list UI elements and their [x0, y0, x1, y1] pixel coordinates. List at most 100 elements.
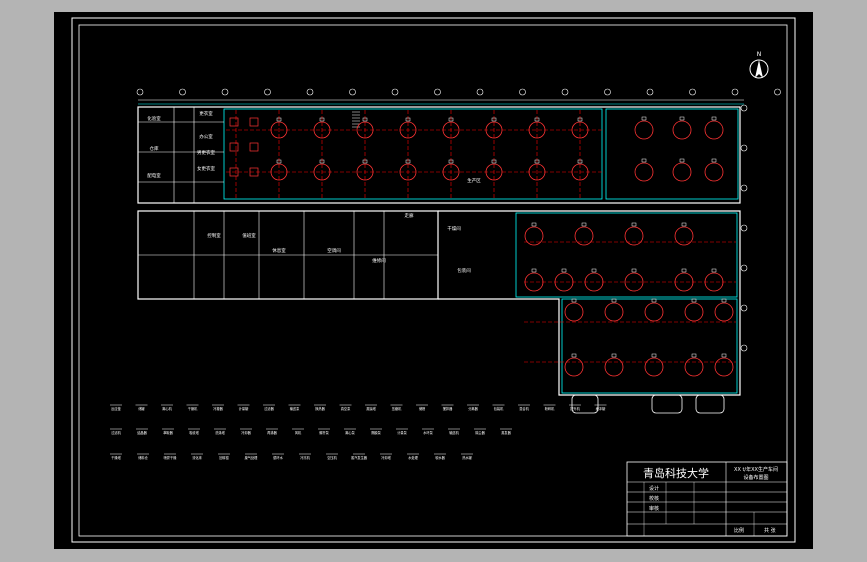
axis-bubble — [391, 88, 399, 96]
wall-lower-east — [561, 298, 738, 394]
tank-symbol — [604, 357, 624, 377]
tank-symbol — [564, 302, 584, 322]
nozzle-symbol — [611, 298, 617, 303]
legend-item: 蒸发器 — [501, 430, 511, 435]
legend-item: 螺杆泵 — [319, 430, 329, 435]
device-symbol — [249, 142, 259, 152]
legend-item: 吸收塔 — [189, 430, 199, 435]
tank-symbol — [684, 302, 704, 322]
nozzle-symbol — [651, 353, 657, 358]
legend-item: 换热器 — [315, 406, 325, 411]
axis-bubble — [349, 88, 356, 96]
legend-item: 软水器 — [435, 455, 445, 460]
tank-symbol — [644, 357, 664, 377]
axis-bubble — [740, 184, 748, 192]
legend-item: 计量泵 — [397, 430, 407, 435]
nozzle-symbol — [691, 353, 697, 358]
nozzle-symbol — [721, 298, 727, 303]
nozzle-symbol — [571, 353, 577, 358]
wall-upper-block — [137, 106, 741, 204]
wall-l-wing-inner — [515, 212, 738, 298]
room-labels: 化验室 更衣室办公室男更衣室女更衣室 仓库配电室控制室 值班室休息室 空调间维修间 走廊 生… — [147, 110, 481, 274]
legend-item: 提升机 — [570, 406, 580, 411]
axis-bubble — [689, 88, 696, 96]
room-label: 走廊 — [405, 212, 414, 219]
room-label: 仓库 — [150, 145, 159, 152]
legend-item: 空压机 — [327, 455, 337, 460]
nozzle-symbol — [641, 158, 647, 163]
nozzle-symbol — [531, 222, 537, 227]
row-design: 设计 — [649, 485, 659, 492]
legend-item: 真空泵 — [341, 406, 351, 411]
nozzle-symbol — [679, 158, 685, 163]
drawing-title-line1: XX t/年XX生产车间 — [734, 466, 778, 473]
nozzle-symbol — [681, 268, 687, 273]
legend-item: 分离器 — [468, 406, 478, 411]
nozzle-symbol — [711, 116, 717, 121]
legend-item: 储料仓 — [138, 455, 148, 460]
nozzle-symbol — [631, 268, 637, 273]
outer-frame — [71, 17, 796, 543]
tank-symbol — [714, 357, 734, 377]
room-label: 控制室 — [207, 232, 221, 239]
title-block: 青岛科技大学 XX t/年XX生产车间 设备布置图 设计 校核 审核 比例 共 … — [626, 461, 788, 537]
room-label: 办公室 — [199, 133, 213, 140]
legend-item: 再沸器 — [267, 430, 277, 435]
nozzle-symbol — [581, 222, 587, 227]
axis-bubble — [434, 88, 441, 96]
axis-bubble — [774, 88, 781, 96]
axis-bubble — [740, 144, 748, 152]
row-check: 校核 — [649, 495, 659, 502]
legend-item: 干燥机 — [188, 406, 198, 411]
axis-bubble — [519, 88, 526, 96]
nozzle-symbol — [711, 158, 717, 163]
legend-item: 过滤器 — [264, 406, 274, 411]
row-review: 审核 — [649, 505, 659, 512]
legend-item: 回转窑 — [219, 455, 229, 460]
nozzle-symbol — [571, 298, 577, 303]
tank-symbol — [644, 302, 664, 322]
room-label: 干燥间 — [447, 225, 461, 232]
legend-item: 喷雾干燥 — [164, 455, 178, 460]
nozzle-symbol — [561, 268, 567, 273]
legend-item: 热水罐 — [462, 455, 472, 460]
tank-symbol — [714, 302, 734, 322]
tank-symbol — [672, 162, 692, 182]
drawing-sheet: 化验室 更衣室 办公室 男更衣室 女更衣室 仓库 配电室 控制室 值班室 休息室 空调间 维修间 走廊 生… — [54, 12, 813, 549]
axis-bubble — [476, 88, 484, 96]
axis-bubble — [221, 88, 229, 96]
axis-bubble — [136, 88, 144, 96]
north-label: N — [757, 51, 762, 58]
legend-item: 蒸汽发生器 — [351, 455, 368, 460]
tank-symbol — [634, 120, 654, 140]
legend-item: 输送泵 — [290, 406, 300, 411]
nozzle-symbol — [651, 298, 657, 303]
nozzle-symbol — [531, 268, 537, 273]
footer-scale: 比例 — [734, 527, 744, 534]
nozzle-symbol — [691, 298, 697, 303]
legend-item: 隔膜泵 — [371, 430, 381, 435]
axis-bubble — [740, 224, 748, 232]
nozzle-symbol — [721, 353, 727, 358]
legend-item: 压缩机 — [392, 406, 402, 411]
legend-item: 过滤机 — [111, 430, 121, 435]
tank-symbol — [604, 302, 624, 322]
floor-plan-drawing: 化验室 更衣室办公室男更衣室女更衣室 仓库配电室控制室 值班室休息室 空调间维修间 走廊 生… — [71, 17, 796, 543]
axis-bubble — [740, 344, 748, 352]
legend-item: 计量罐 — [239, 406, 249, 411]
wall-east-room — [605, 108, 739, 200]
legend-item: 洗涤塔 — [215, 430, 225, 435]
device-symbol — [249, 117, 259, 127]
nozzle-symbol — [679, 116, 685, 121]
room-label: 化验室 — [147, 115, 161, 122]
nozzle-symbol — [641, 116, 647, 121]
legend-item: 水环泵 — [423, 430, 433, 435]
legend-item: 缓冲罐 — [596, 406, 606, 411]
legend-item: 除尘器 — [475, 430, 485, 435]
nozzle-symbol — [591, 268, 597, 273]
nozzle-symbol — [681, 222, 687, 227]
legend-item: 风机 — [295, 430, 302, 435]
axis-bubble — [740, 104, 748, 112]
building-walls — [137, 106, 741, 414]
tank-symbol — [684, 357, 704, 377]
